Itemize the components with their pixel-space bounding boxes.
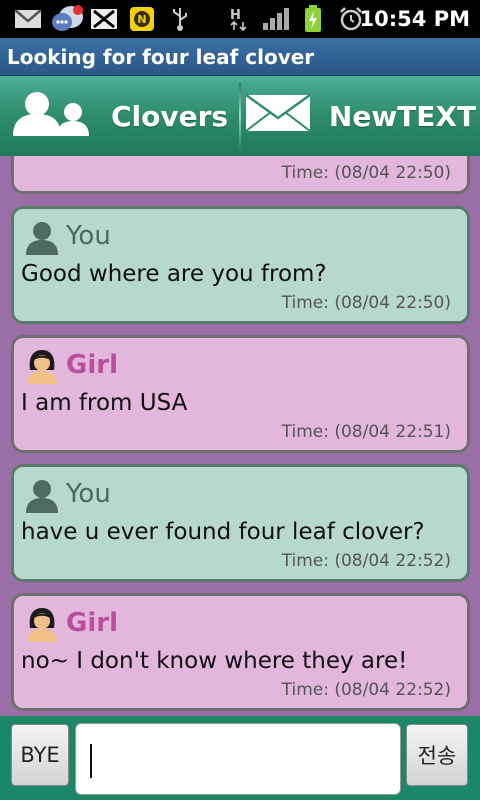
chat-bubbles-icon bbox=[50, 5, 84, 32]
message-bubble-you: You Good where are you from? Time: (08/0… bbox=[11, 206, 470, 324]
message-bubble-girl: Girl I am from USA Time: (08/04 22:51) bbox=[11, 335, 470, 453]
tab-clovers-label: Clovers bbox=[110, 99, 229, 133]
sender-name: You bbox=[66, 221, 111, 251]
compose-bar: BYE 전송 bbox=[0, 716, 480, 800]
bye-button[interactable]: BYE bbox=[11, 724, 69, 786]
battery-charging-icon bbox=[302, 5, 324, 32]
status-time: 10:54 PM bbox=[359, 7, 470, 31]
message-text: Good where are you from? bbox=[21, 261, 327, 287]
sender-name: Girl bbox=[66, 608, 118, 638]
svg-text:H: H bbox=[230, 8, 241, 23]
text-caret bbox=[90, 744, 92, 778]
girl-avatar-icon bbox=[24, 348, 60, 384]
message-input[interactable] bbox=[75, 723, 401, 795]
kakao-talk-icon: N bbox=[128, 6, 156, 32]
you-avatar-icon bbox=[24, 219, 60, 255]
message-time: Time: (08/04 22:51) bbox=[281, 422, 451, 442]
girl-avatar-icon bbox=[24, 606, 60, 642]
message-time: Time: (08/04 22:50) bbox=[281, 163, 451, 183]
message-time: Time: (08/04 22:52) bbox=[281, 551, 451, 571]
sender-name: You bbox=[66, 479, 111, 509]
gmail-icon bbox=[14, 6, 42, 32]
message-text: have u ever found four leaf clover? bbox=[21, 519, 425, 545]
tab-clovers[interactable]: Clovers bbox=[0, 76, 239, 156]
message-bubble-girl: Time: (08/04 22:50) bbox=[11, 156, 470, 194]
tab-newtext[interactable]: NewTEXT bbox=[241, 76, 480, 156]
send-button[interactable]: 전송 bbox=[406, 724, 468, 786]
tab-newtext-label: NewTEXT bbox=[328, 99, 477, 133]
envelope-icon bbox=[245, 93, 311, 139]
message-text: I am from USA bbox=[21, 390, 188, 416]
status-bar: N H 10:54 PM bbox=[0, 0, 480, 38]
signal-strength-icon bbox=[262, 6, 290, 32]
tab-bar: Clovers NewTEXT bbox=[0, 76, 480, 156]
message-time: Time: (08/04 22:50) bbox=[281, 293, 451, 313]
app-title: Looking for four leaf clover bbox=[0, 38, 480, 76]
close-box-icon bbox=[90, 6, 118, 32]
svg-text:N: N bbox=[137, 13, 146, 26]
you-avatar-icon bbox=[24, 477, 60, 513]
chat-area[interactable]: Time: (08/04 22:50) You Good where are y… bbox=[0, 156, 480, 716]
message-bubble-girl: Girl no~ I don't know where they are! Ti… bbox=[11, 593, 470, 711]
people-icon bbox=[11, 90, 93, 143]
usb-icon bbox=[170, 6, 190, 32]
message-text: no~ I don't know where they are! bbox=[21, 648, 408, 674]
hspa-data-icon: H bbox=[228, 6, 250, 32]
sender-name: Girl bbox=[66, 350, 118, 380]
message-time: Time: (08/04 22:52) bbox=[281, 680, 451, 700]
message-bubble-you: You have u ever found four leaf clover? … bbox=[11, 464, 470, 582]
